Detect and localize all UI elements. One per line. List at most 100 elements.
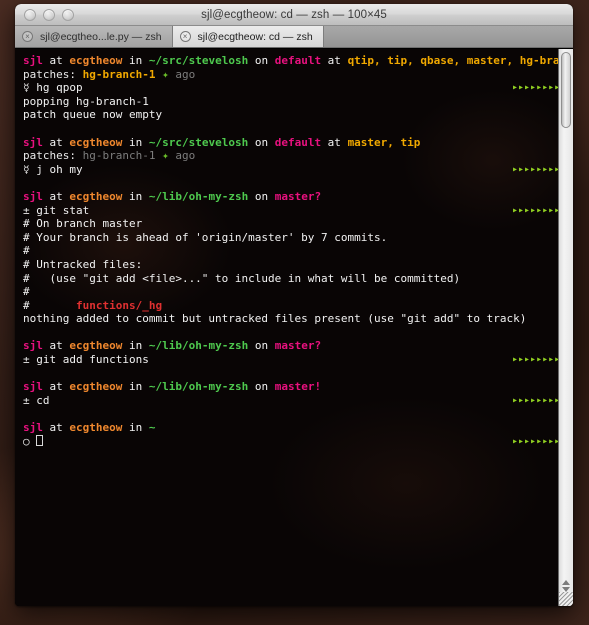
scrollbar-thumb[interactable]	[561, 52, 571, 128]
prompt-path: ~/lib/oh-my-zsh	[148, 189, 249, 203]
command-text: cd	[36, 393, 50, 407]
output-text: popping hg-branch-1	[23, 94, 149, 108]
output-line: patch queue now empty	[19, 108, 558, 122]
prompt-symbol-icon: ☿	[23, 81, 37, 95]
traffic-lights	[24, 8, 74, 21]
patches-value: hg-branch-1	[82, 149, 156, 163]
tab-bar-filler	[323, 26, 573, 47]
tab-close-icon[interactable]: ×	[179, 31, 191, 42]
prompt-user: sjl	[23, 421, 43, 435]
prompt-on: on	[248, 380, 275, 394]
prompt-symbol-icon: ±	[23, 203, 37, 217]
patches-ago: ago	[175, 149, 196, 163]
prompt-on: on	[248, 189, 275, 203]
terminal-body: sjl at ecgtheow in ~/src/stevelosh on de…	[15, 49, 573, 606]
command-line: ± git stat ▸▸▸▸▸▸▸▸▸▸	[19, 204, 558, 218]
prompt-right-arrows: ▸▸▸▸▸▸▸▸▸▸	[512, 435, 558, 447]
prompt-in: in	[122, 135, 149, 149]
prompt-at: at	[42, 189, 70, 203]
prompt-at: at	[42, 421, 70, 435]
tab-close-icon[interactable]: ×	[22, 31, 33, 42]
tab-label: sjl@ecgtheow: cd — zsh	[197, 30, 313, 43]
prompt-path: ~/lib/oh-my-zsh	[148, 380, 249, 394]
patches-line: patches: hg-branch-1 ✦ ago	[19, 68, 558, 82]
output-text: #	[23, 298, 76, 312]
output-line: # Untracked files:	[19, 258, 558, 272]
output-text: # Your branch is ahead of 'origin/master…	[23, 230, 388, 244]
prompt-on: on	[248, 339, 275, 353]
prompt-user: sjl	[23, 54, 43, 67]
terminal-window: sjl@ecgtheow: cd — zsh — 100×45 × sjl@ec…	[15, 4, 573, 606]
terminal-scrollbar[interactable]	[558, 49, 573, 606]
patches-label: patches:	[23, 67, 83, 81]
prompt-host: ecgtheow	[69, 189, 123, 203]
resize-grip-icon[interactable]	[559, 592, 573, 606]
output-text: # Untracked files:	[23, 257, 143, 271]
prompt-at2: at	[321, 135, 348, 149]
patch-marker-icon: ✦	[155, 67, 176, 81]
prompt-user: sjl	[23, 339, 43, 353]
patches-value: hg-branch-1	[82, 67, 156, 81]
output-text: #	[23, 244, 30, 258]
prompt-at: at	[42, 380, 70, 394]
prompt-right-arrows: ▸▸▸▸▸▸▸▸▸▸	[512, 163, 558, 175]
scroll-up-icon[interactable]	[562, 580, 570, 585]
prompt-tags: qtip, tip, qbase, master, hg-branch-1	[347, 54, 558, 67]
tab-bar: × sjl@ecgtheo...le.py — zsh × sjl@ecgthe…	[15, 26, 573, 48]
tab-1[interactable]: × sjl@ecgtheow: cd — zsh	[172, 26, 324, 47]
prompt-at: at	[42, 54, 70, 67]
tab-label: sjl@ecgtheo...le.py — zsh	[40, 30, 162, 43]
window-titlebar[interactable]: sjl@ecgtheow: cd — zsh — 100×45	[15, 4, 573, 26]
output-untracked-file: functions/_hg	[75, 298, 163, 312]
output-line: # functions/_hg	[19, 299, 558, 313]
prompt-host: ecgtheow	[69, 54, 123, 67]
prompt-in: in	[122, 339, 149, 353]
prompt-line: sjl at ecgtheow in ~/lib/oh-my-zsh on ma…	[19, 339, 558, 353]
command-line: ± cd ▸▸▸▸▸▸▸▸▸▸	[19, 394, 558, 408]
prompt-at: at	[42, 135, 70, 149]
minimize-button[interactable]	[43, 8, 55, 21]
output-line: #	[19, 285, 558, 299]
zoom-button[interactable]	[62, 8, 74, 21]
prompt-right-arrows: ▸▸▸▸▸▸▸▸▸▸	[512, 82, 558, 94]
prompt-tags: master, tip	[347, 135, 421, 149]
prompt-path: ~/src/stevelosh	[148, 54, 249, 67]
output-line: #	[19, 244, 558, 258]
output-line: popping hg-branch-1	[19, 95, 558, 109]
command-line: ± git add functions ▸▸▸▸▸▸▸▸▸▸	[19, 353, 558, 367]
command-text: j oh my	[36, 162, 83, 176]
patches-label: patches:	[23, 149, 83, 163]
prompt-host: ecgtheow	[69, 339, 123, 353]
patch-marker-icon: ✦	[155, 149, 176, 163]
prompt-branch: master!	[274, 380, 322, 394]
prompt-in: in	[122, 380, 149, 394]
tab-0[interactable]: × sjl@ecgtheo...le.py — zsh	[15, 26, 173, 47]
command-text: git add functions	[36, 353, 149, 367]
patches-line: patches: hg-branch-1 ✦ ago	[19, 149, 558, 163]
prompt-symbol-icon: ±	[23, 393, 37, 407]
command-line: ○ ▸▸▸▸▸▸▸▸▸▸	[19, 434, 558, 449]
prompt-user: sjl	[23, 189, 43, 203]
terminal-screen[interactable]: sjl at ecgtheow in ~/src/stevelosh on de…	[15, 49, 558, 606]
command-line: ☿ j oh my ▸▸▸▸▸▸▸▸▸▸	[19, 163, 558, 177]
prompt-branch: default	[274, 135, 322, 149]
prompt-symbol-icon: ±	[23, 353, 37, 367]
output-line: # (use "git add <file>..." to include in…	[19, 272, 558, 286]
prompt-in: in	[122, 421, 149, 435]
close-button[interactable]	[24, 8, 36, 21]
output-text: # (use "git add <file>..." to include in…	[23, 271, 461, 285]
prompt-line: sjl at ecgtheow in ~/src/stevelosh on de…	[19, 54, 558, 68]
prompt-host: ecgtheow	[69, 135, 123, 149]
output-line: # On branch master	[19, 217, 558, 231]
command-line: ☿ hg qpop ▸▸▸▸▸▸▸▸▸▸	[19, 81, 558, 95]
output-text: # On branch master	[23, 217, 143, 231]
prompt-path: ~/src/stevelosh	[148, 135, 249, 149]
command-text: hg qpop	[36, 81, 83, 95]
patches-ago: ago	[175, 67, 196, 81]
prompt-line: sjl at ecgtheow in ~/lib/oh-my-zsh on ma…	[19, 380, 558, 394]
prompt-path: ~	[148, 421, 156, 435]
output-text: nothing added to commit but untracked fi…	[23, 312, 527, 326]
